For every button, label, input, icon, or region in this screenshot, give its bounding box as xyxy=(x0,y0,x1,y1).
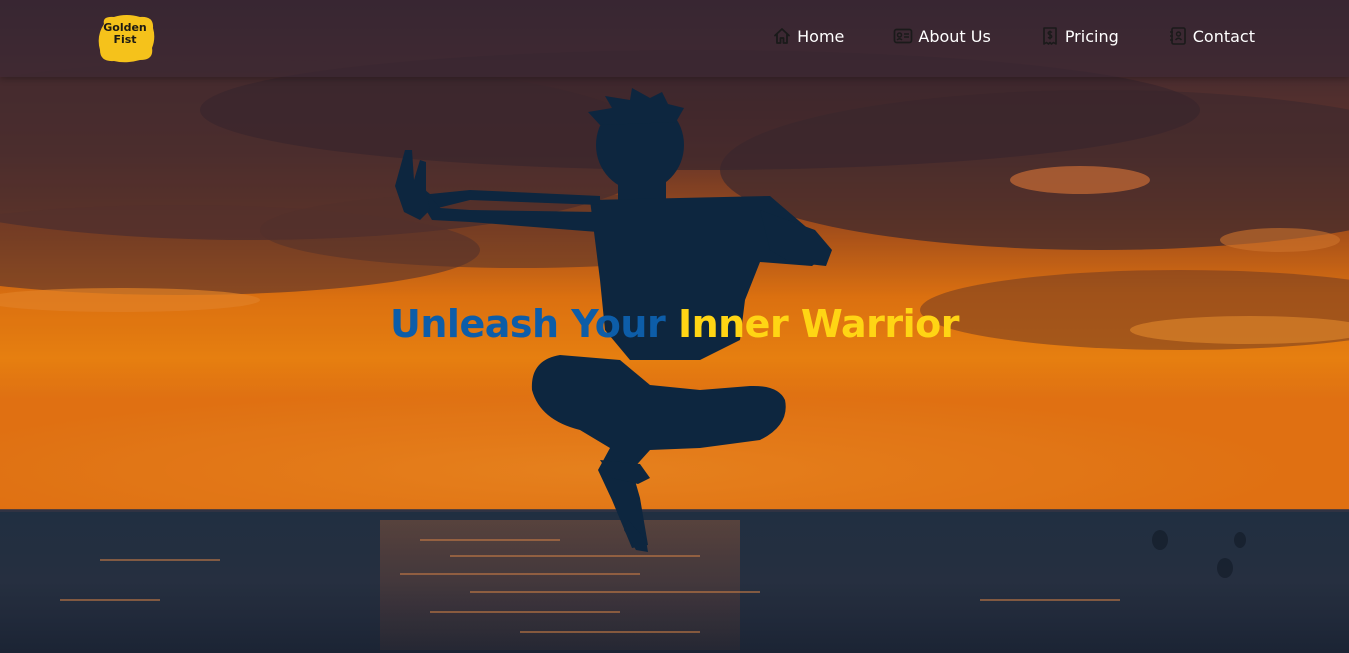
address-book-icon xyxy=(1169,27,1186,45)
hero-title-inner: Unleash Your Inner Warrior xyxy=(390,302,959,346)
nav-item-label: Home xyxy=(797,26,845,46)
nav-item-about-us[interactable]: About Us xyxy=(893,26,991,46)
logo-text: Golden Fist xyxy=(96,22,154,46)
logo[interactable]: Golden Fist xyxy=(96,14,156,64)
nav-item-label: Contact xyxy=(1192,26,1255,46)
hero-title: Unleash Your Inner Warrior xyxy=(0,302,1349,346)
nav-item-label: About Us xyxy=(918,26,991,46)
navbar: Golden Fist Home About Us Pricing Contac… xyxy=(0,0,1349,77)
receipt-dollar-icon xyxy=(1043,27,1057,45)
nav-item-home[interactable]: Home xyxy=(772,26,844,46)
home-icon xyxy=(774,28,791,44)
nav-item-pricing[interactable]: Pricing xyxy=(1040,26,1119,46)
hero-title-part-1: Unleash Your xyxy=(390,302,666,346)
page: Golden Fist Home About Us Pricing Contac… xyxy=(0,0,1349,653)
nav-links: Home About Us Pricing Contact xyxy=(772,26,1255,46)
nav-item-label: Pricing xyxy=(1064,26,1119,46)
hero-title-part-2: Inner Warrior xyxy=(677,302,960,346)
logo-line-2: Fist xyxy=(113,33,137,46)
nav-item-contact[interactable]: Contact xyxy=(1168,26,1255,46)
id-card-icon xyxy=(894,28,913,44)
